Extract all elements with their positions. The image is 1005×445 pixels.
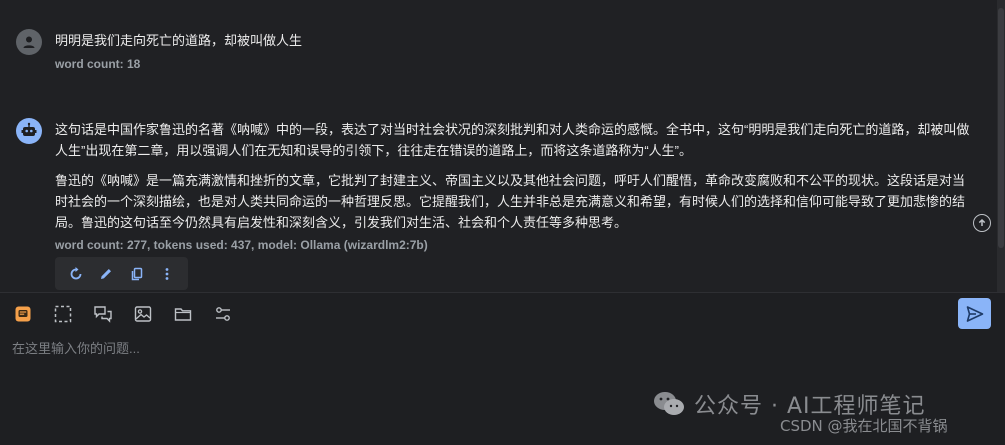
copy-icon <box>131 267 142 280</box>
select-area-button[interactable] <box>52 303 74 325</box>
image-icon <box>134 306 152 322</box>
user-message-text: 明明是我们走向死亡的道路，却被叫做人生 <box>55 33 303 48</box>
edit-button[interactable] <box>95 263 117 285</box>
assistant-paragraph: 鲁迅的《呐喊》是一篇充满激情和挫折的文章，它批判了封建主义、帝国主义以及其他社会… <box>55 173 966 230</box>
model-button[interactable] <box>12 303 34 325</box>
prompt-input[interactable] <box>12 337 952 359</box>
arrow-up-icon <box>978 218 986 226</box>
assistant-message-body: 这句话是中国作家鲁迅的名著《呐喊》中的一段，表达了对当时社会状况的深刻批判和对人… <box>55 119 970 242</box>
model-icon <box>15 306 31 322</box>
scroll-to-top-button[interactable] <box>973 214 991 232</box>
send-icon <box>966 305 983 322</box>
assistant-avatar <box>16 118 42 144</box>
csdn-watermark: CSDN @我在北国不背锅 <box>780 417 948 435</box>
regenerate-icon <box>70 266 82 279</box>
folder-button[interactable] <box>172 303 194 325</box>
folder-icon <box>174 308 192 321</box>
regenerate-button[interactable] <box>65 263 87 285</box>
wechat-icon <box>654 392 684 415</box>
user-icon <box>23 36 35 48</box>
copy-button[interactable] <box>126 263 148 285</box>
chat-scrollbar-thumb[interactable] <box>998 8 1004 248</box>
chat-bubbles-icon <box>94 306 112 323</box>
robot-icon <box>21 122 37 136</box>
settings-sliders-button[interactable] <box>212 303 234 325</box>
assistant-message-meta: word count: 277, tokens used: 437, model… <box>55 238 428 252</box>
composer-toolbar <box>12 303 252 325</box>
image-button[interactable] <box>132 303 154 325</box>
send-button[interactable] <box>958 298 991 329</box>
chat-scrollbar[interactable] <box>997 0 1005 292</box>
settings-sliders-icon <box>216 307 230 321</box>
more-button[interactable] <box>156 263 178 285</box>
more-icon <box>165 267 169 280</box>
assistant-paragraph: 这句话是中国作家鲁迅的名著《呐喊》中的一段，表达了对当时社会状况的深刻批判和对人… <box>55 122 970 158</box>
user-message-meta: word count: 18 <box>55 57 141 71</box>
edit-icon <box>101 268 112 279</box>
user-avatar <box>16 29 42 55</box>
chat-bubbles-button[interactable] <box>92 303 114 325</box>
chat-area: 明明是我们走向死亡的道路，却被叫做人生 word count: 18 这句话是中… <box>0 0 1005 292</box>
message-actions-bar <box>55 257 188 290</box>
select-area-icon <box>54 305 72 323</box>
